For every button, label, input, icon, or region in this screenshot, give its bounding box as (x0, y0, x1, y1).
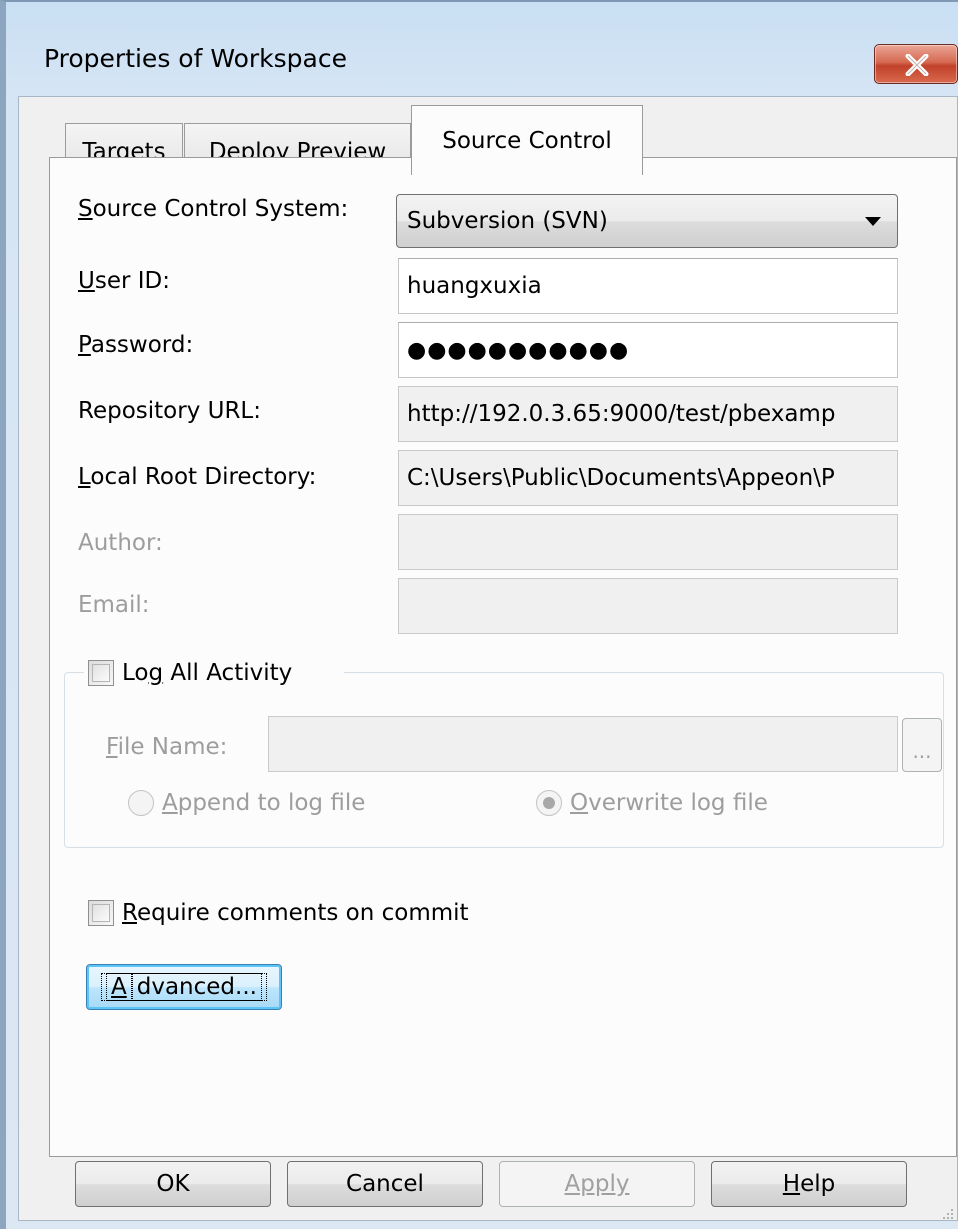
overwrite-log-label: Overwrite log file (570, 790, 768, 816)
file-name-label: File Name: (106, 734, 228, 760)
close-button[interactable] (874, 44, 958, 84)
overwrite-log-radio[interactable] (536, 790, 562, 816)
author-input[interactable] (398, 514, 898, 570)
cancel-button[interactable]: Cancel (287, 1161, 483, 1207)
tab-source-control[interactable]: Source Control (411, 105, 643, 175)
email-label: Email: (78, 592, 150, 618)
dialog-window: Properties of Workspace Targets Deploy P… (0, 0, 958, 1229)
advanced-label: Advanced... (101, 973, 267, 1001)
ok-label: OK (156, 1171, 190, 1197)
repository-url-input[interactable]: http://192.0.3.65:9000/test/pbexamp (398, 386, 898, 442)
author-label: Author: (78, 530, 163, 556)
require-comments-checkbox[interactable] (88, 900, 114, 926)
email-input[interactable] (398, 578, 898, 634)
local-root-directory-value: C:\Users\Public\Documents\Appeon\P (407, 465, 835, 491)
apply-button[interactable]: Apply (499, 1161, 695, 1207)
title-bar[interactable]: Properties of Workspace (12, 4, 958, 96)
local-root-directory-label: Local Root Directory: (78, 464, 317, 490)
user-id-label: User ID: (78, 268, 170, 294)
user-id-input[interactable]: huangxuxia (398, 258, 898, 314)
password-label: Password: (78, 332, 194, 358)
help-button[interactable]: Help (711, 1161, 907, 1207)
file-name-input[interactable] (268, 716, 898, 772)
apply-label: Apply (564, 1171, 630, 1197)
password-value: ●●●●●●●●●●● (407, 337, 630, 363)
repository-url-value: http://192.0.3.65:9000/test/pbexamp (407, 401, 836, 427)
dialog-client-area: Targets Deploy Preview Source Control So… (18, 96, 958, 1221)
password-input[interactable]: ●●●●●●●●●●● (398, 322, 898, 378)
log-all-activity-checkbox[interactable] (88, 660, 114, 686)
tab-label: Source Control (442, 127, 612, 154)
advanced-button[interactable]: Advanced... (86, 964, 282, 1010)
source-control-system-select[interactable]: Subversion (SVN) (396, 194, 898, 248)
close-icon (905, 54, 929, 76)
browse-label: ... (912, 739, 932, 763)
require-comments-label: Require comments on commit (122, 900, 469, 926)
user-id-value: huangxuxia (407, 273, 542, 299)
browse-button[interactable]: ... (902, 718, 942, 772)
resize-grip-icon[interactable] (941, 1207, 955, 1221)
source-control-system-value: Subversion (SVN) (407, 208, 608, 234)
append-log-label: Append to log file (162, 790, 366, 816)
local-root-directory-input[interactable]: C:\Users\Public\Documents\Appeon\P (398, 450, 898, 506)
ok-button[interactable]: OK (75, 1161, 271, 1207)
source-control-panel: Source Control System: Subversion (SVN) … (49, 157, 957, 1157)
log-all-activity-label: Log All Activity (122, 660, 293, 686)
window-title: Properties of Workspace (44, 44, 347, 73)
chevron-down-icon (865, 217, 881, 226)
append-log-radio[interactable] (128, 790, 154, 816)
repository-url-label: Repository URL: (78, 398, 261, 424)
source-control-system-label: Source Control System: (78, 196, 349, 222)
cancel-label: Cancel (346, 1171, 424, 1197)
help-label: Help (782, 1171, 836, 1197)
